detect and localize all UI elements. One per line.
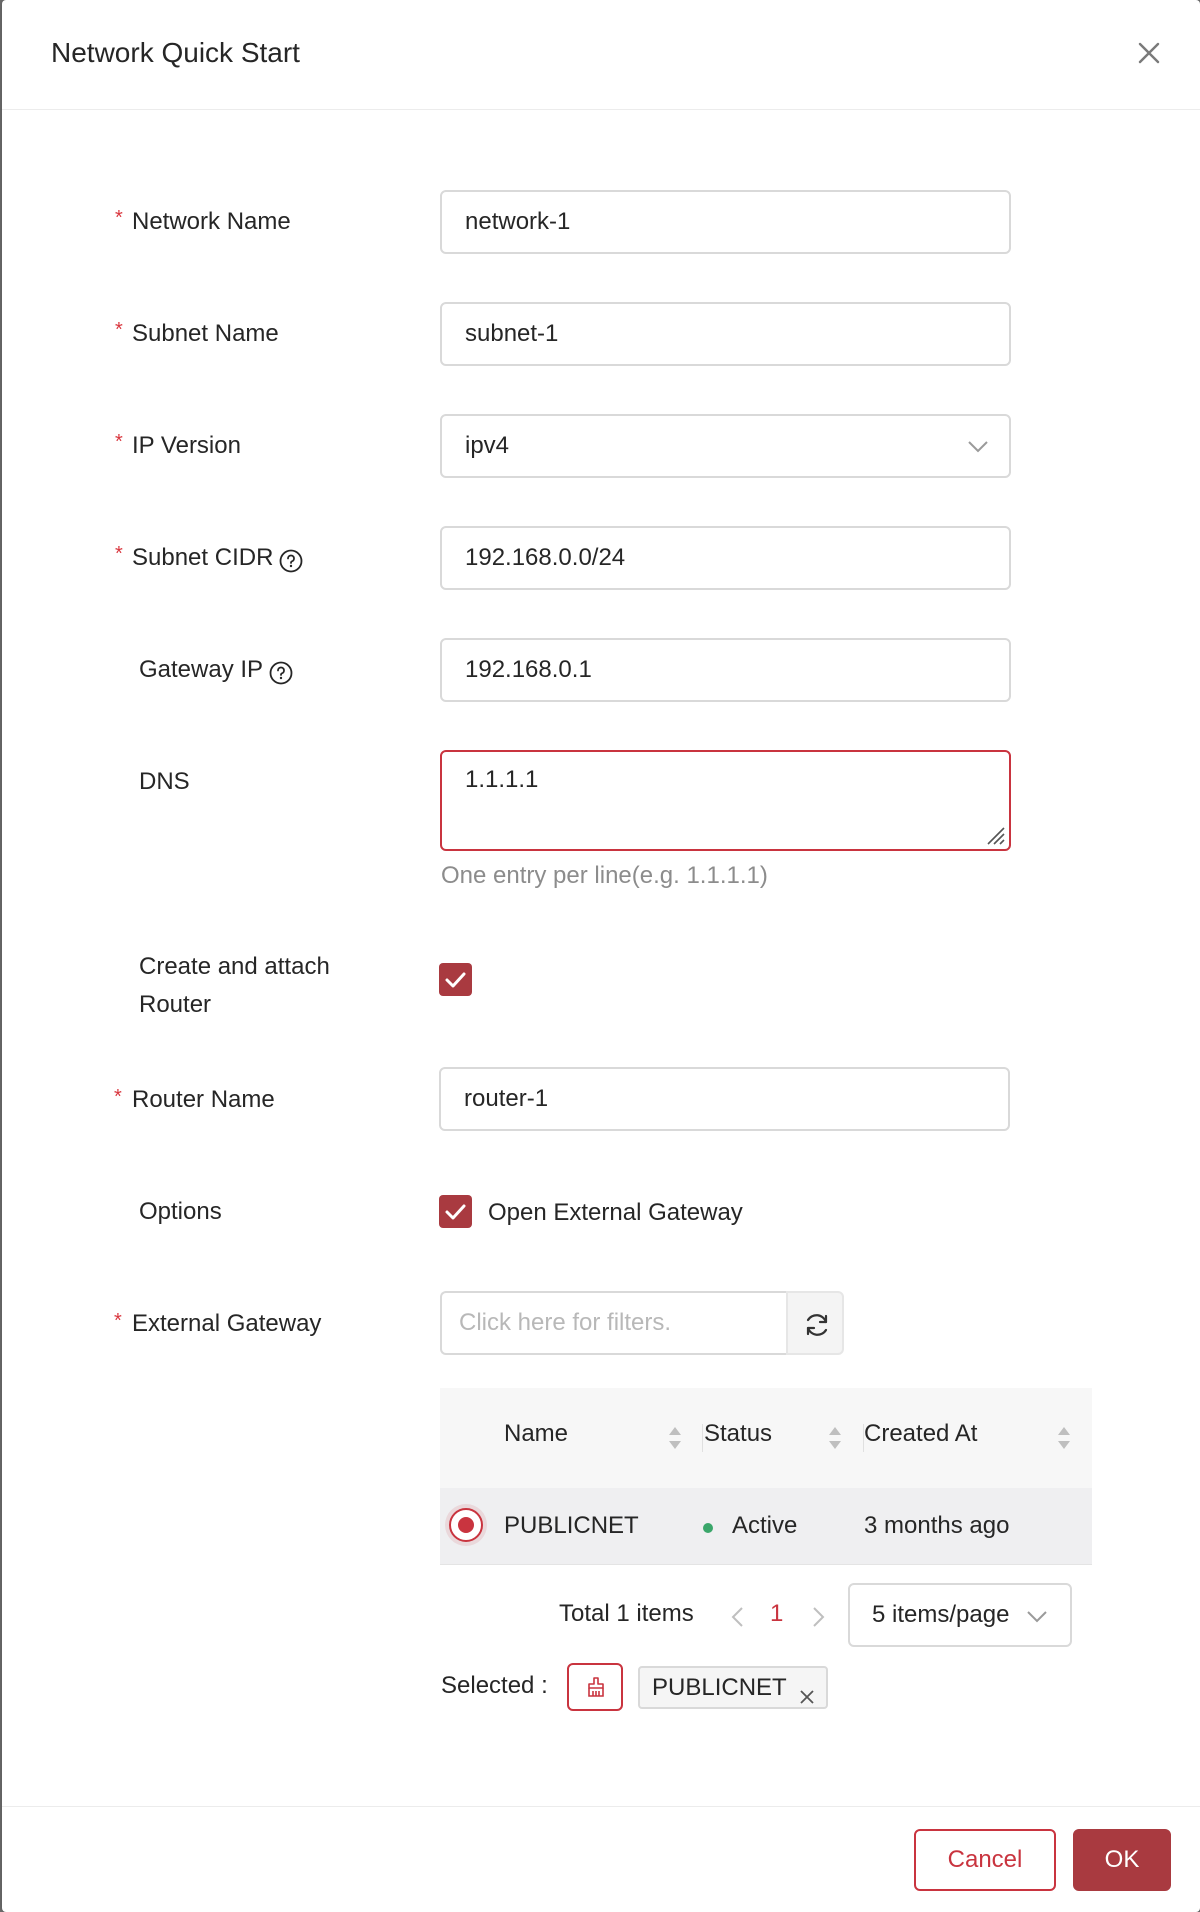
chevron-down-icon [1027, 1611, 1047, 1623]
ip-version-value: ipv4 [465, 432, 510, 459]
selected-label: Selected : [441, 1672, 548, 1699]
selected-tag-label: PUBLICNET [652, 1674, 787, 1701]
cell-created-at: 3 months ago [864, 1512, 1010, 1539]
sort-icon[interactable] [827, 1424, 843, 1452]
external-gateway-table: Name Status Created At PUBLICNET Active … [440, 1388, 1092, 1565]
router-name-input[interactable]: router-1 [439, 1067, 1010, 1131]
selected-tag: PUBLICNET [638, 1666, 828, 1709]
close-icon[interactable] [798, 1679, 816, 1704]
ok-button[interactable]: OK [1073, 1829, 1171, 1891]
column-header-created-at[interactable]: Created At [864, 1420, 977, 1448]
status-dot [703, 1523, 713, 1533]
column-divider [702, 1424, 703, 1452]
pagination-page[interactable]: 1 [770, 1600, 783, 1628]
router-name-label: Router Name [132, 1086, 275, 1113]
open-external-gateway-label[interactable]: Open External Gateway [488, 1196, 743, 1229]
required-mark: * [115, 543, 123, 565]
dns-textarea[interactable]: 1.1.1.1 [440, 750, 1011, 851]
gateway-ip-label: Gateway IP [139, 651, 293, 689]
modal-header: Network Quick Start [2, 0, 1200, 110]
create-router-label-line1: Create and attach [139, 953, 330, 980]
pagination-total: Total 1 items [559, 1600, 694, 1627]
chevron-right-icon[interactable] [807, 1602, 829, 1632]
required-mark: * [115, 319, 123, 341]
page-size-select[interactable]: 5 items/page [848, 1583, 1072, 1647]
broom-icon [588, 1677, 604, 1697]
resize-handle-icon[interactable] [982, 822, 1006, 846]
column-header-status[interactable]: Status [704, 1420, 772, 1448]
sort-icon[interactable] [1056, 1424, 1072, 1452]
refresh-icon [806, 1314, 828, 1336]
required-mark: * [115, 431, 123, 453]
subnet-cidr-label-text: Subnet CIDR [132, 544, 274, 571]
chevron-down-icon [968, 441, 988, 453]
check-icon [445, 1204, 466, 1220]
required-mark: * [115, 207, 123, 229]
cancel-button[interactable]: Cancel [914, 1829, 1056, 1891]
page-size-value: 5 items/page [872, 1601, 1010, 1628]
sort-icon[interactable] [667, 1424, 683, 1452]
check-icon [445, 972, 466, 988]
dns-label: DNS [139, 768, 190, 795]
filter-input[interactable]: Click here for filters. [440, 1291, 786, 1355]
modal-title: Network Quick Start [51, 37, 300, 68]
gateway-ip-input[interactable]: 192.168.0.1 [440, 638, 1011, 702]
required-mark: * [114, 1310, 122, 1332]
network-name-input[interactable]: network-1 [440, 190, 1011, 254]
options-label: Options [139, 1198, 222, 1225]
row-radio[interactable] [449, 1508, 483, 1542]
clear-selection-button[interactable] [567, 1663, 623, 1711]
cell-status: Active [732, 1512, 798, 1539]
required-mark: * [114, 1086, 122, 1108]
refresh-button[interactable] [786, 1291, 844, 1355]
open-external-gateway-checkbox[interactable] [439, 1195, 472, 1228]
ip-version-label: IP Version [132, 432, 241, 459]
close-icon[interactable] [1132, 36, 1166, 70]
ip-version-select[interactable]: ipv4 [440, 414, 1011, 478]
dns-hint: One entry per line(e.g. 1.1.1.1) [441, 862, 768, 889]
create-router-label-line2: Router [139, 991, 212, 1018]
create-router-checkbox[interactable] [439, 963, 472, 996]
network-name-label: Network Name [132, 208, 291, 235]
help-icon[interactable] [269, 659, 293, 685]
column-header-name[interactable]: Name [504, 1420, 568, 1448]
subnet-name-input[interactable]: subnet-1 [440, 302, 1011, 366]
subnet-cidr-input[interactable]: 192.168.0.0/24 [440, 526, 1011, 590]
help-icon[interactable] [279, 547, 303, 573]
network-quick-start-dialog: Network Quick Start * Network Name netwo… [2, 0, 1200, 1912]
table-row[interactable]: PUBLICNET Active 3 months ago [440, 1488, 1092, 1565]
table-header: Name Status Created At [440, 1388, 1092, 1488]
gateway-ip-label-text: Gateway IP [139, 656, 264, 683]
dns-value: 1.1.1.1 [465, 766, 539, 793]
cell-name: PUBLICNET [504, 1512, 639, 1539]
chevron-left-icon[interactable] [727, 1602, 749, 1632]
create-router-label: Create and attach Router [139, 948, 330, 1024]
external-gateway-label: External Gateway [132, 1310, 322, 1337]
subnet-name-label: Subnet Name [132, 320, 279, 347]
subnet-cidr-label: Subnet CIDR [132, 539, 303, 577]
